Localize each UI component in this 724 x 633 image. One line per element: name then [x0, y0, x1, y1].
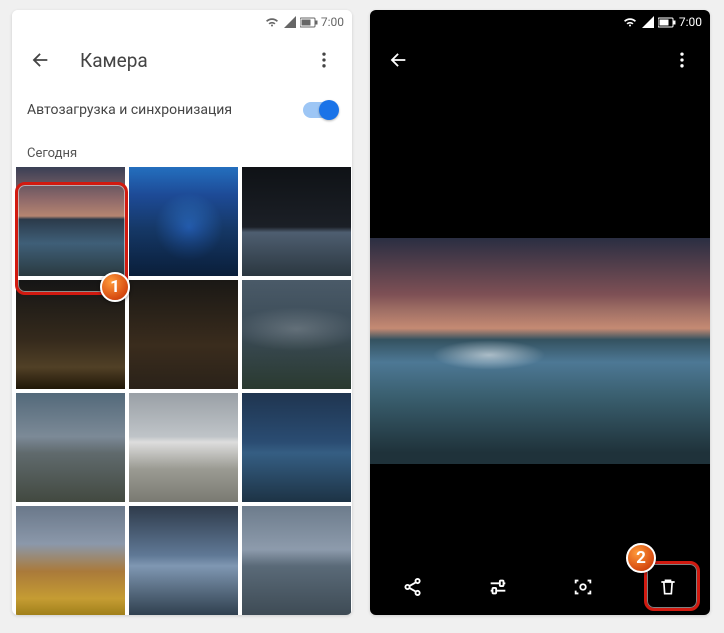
back-button[interactable]: [380, 42, 416, 78]
photo-thumb[interactable]: [242, 393, 351, 502]
battery-icon: [300, 17, 318, 28]
photo-viewer[interactable]: [370, 86, 710, 615]
back-button[interactable]: [22, 42, 58, 78]
status-bar: 7:00: [370, 10, 710, 34]
share-button[interactable]: [395, 569, 431, 605]
wifi-icon: [264, 16, 280, 28]
phone-gallery: 7:00 Камера Автозагрузка и синхронизация…: [12, 10, 352, 615]
edit-button[interactable]: [480, 569, 516, 605]
photo-thumb[interactable]: [16, 506, 125, 615]
more-button[interactable]: [306, 42, 342, 78]
page-title: Камера: [58, 49, 306, 72]
wifi-icon: [622, 16, 638, 28]
photo-thumb[interactable]: [242, 506, 351, 615]
viewer-toolbar: [370, 34, 710, 86]
more-button[interactable]: [664, 42, 700, 78]
lens-button[interactable]: [565, 569, 601, 605]
status-bar: 7:00: [12, 10, 352, 34]
photo-thumb[interactable]: [16, 167, 125, 276]
signal-icon: [641, 16, 655, 28]
delete-button[interactable]: [650, 569, 686, 605]
photo-thumb[interactable]: [242, 167, 351, 276]
clock: 7:00: [321, 15, 344, 29]
battery-icon: [658, 17, 676, 28]
photo-thumb[interactable]: [16, 280, 125, 389]
action-bar: [370, 559, 710, 615]
photo-full[interactable]: [370, 238, 710, 464]
photo-thumb[interactable]: [242, 280, 351, 389]
toggle-switch[interactable]: [303, 102, 337, 118]
toolbar: Камера: [12, 34, 352, 86]
setting-label: Автозагрузка и синхронизация: [27, 102, 303, 118]
signal-icon: [283, 16, 297, 28]
photo-thumb[interactable]: [129, 280, 238, 389]
section-header: Сегодня: [12, 134, 352, 167]
clock: 7:00: [679, 15, 702, 29]
phone-viewer: 7:00 2: [370, 10, 710, 615]
photo-thumb[interactable]: [16, 393, 125, 502]
photo-thumb[interactable]: [129, 167, 238, 276]
photo-thumb[interactable]: [129, 506, 238, 615]
photo-thumb[interactable]: [129, 393, 238, 502]
photo-grid: [12, 167, 352, 615]
backup-sync-row[interactable]: Автозагрузка и синхронизация: [12, 86, 352, 134]
